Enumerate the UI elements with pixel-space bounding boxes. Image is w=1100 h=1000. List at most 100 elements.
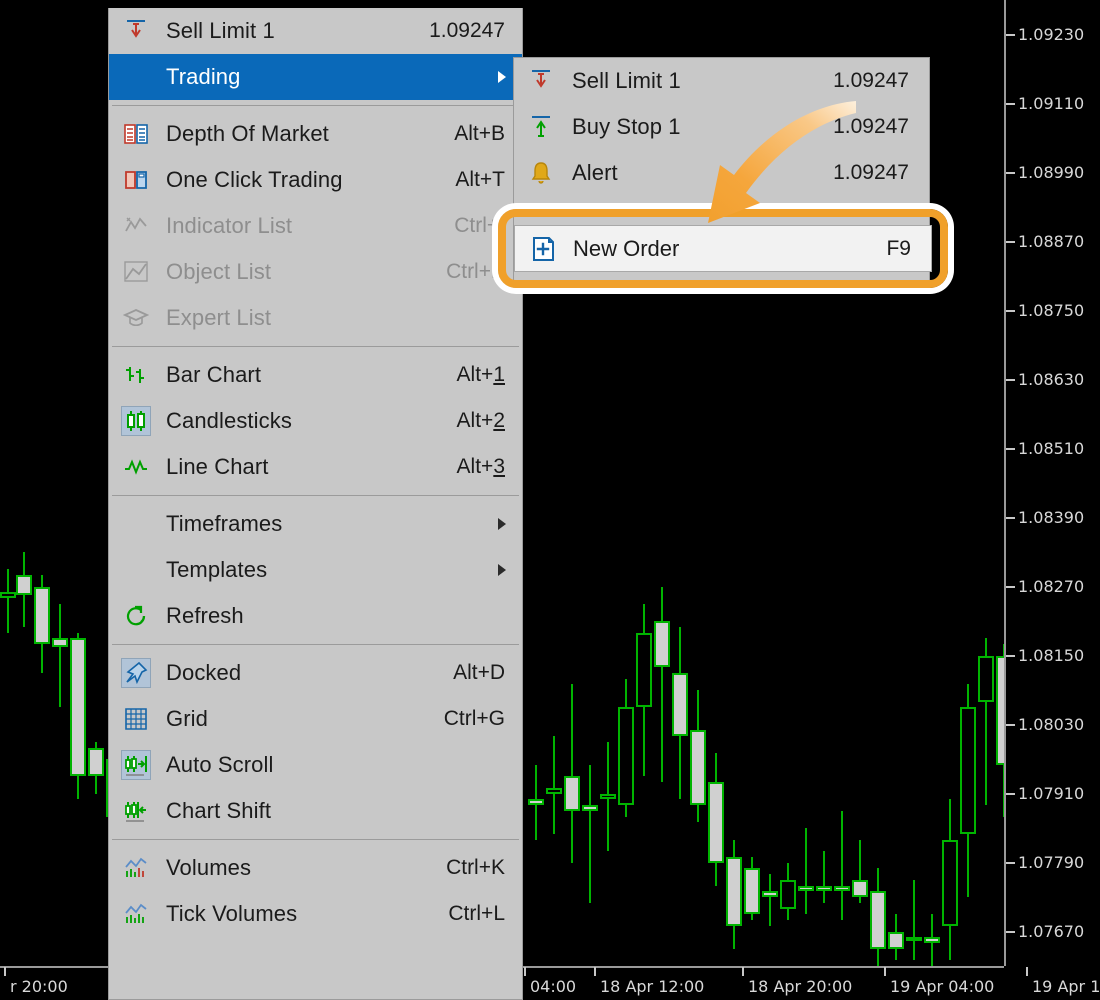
menu-item-label: Refresh <box>166 603 244 629</box>
candlestick <box>762 874 778 926</box>
price-axis[interactable]: 1.092301.091101.089901.088701.087501.086… <box>1004 0 1100 966</box>
menu-separator <box>112 839 519 840</box>
candlestick <box>726 840 742 949</box>
price-tick: 1.08150 <box>1006 646 1084 647</box>
menu-separator <box>112 346 519 347</box>
menu-item-refresh[interactable]: Refresh <box>109 593 522 639</box>
menu-item-accelerator: Alt+3 <box>457 455 505 479</box>
candlestick <box>70 633 86 800</box>
menu-item-sell-limit-1[interactable]: Sell Limit 1 1.09247 <box>514 58 929 104</box>
candlestick <box>52 604 68 708</box>
candlesticks-icon <box>121 406 151 436</box>
menu-item-accelerator: Alt+D <box>453 661 505 685</box>
price-tick: 1.08270 <box>1006 577 1084 578</box>
menu-item-label: Grid <box>166 706 208 732</box>
price-tick: 1.07670 <box>1006 922 1084 923</box>
candlestick <box>852 840 868 903</box>
object-list-icon <box>121 257 151 287</box>
menu-item-bar-chart[interactable]: Bar Chart Alt+1 <box>109 352 522 398</box>
price-tick: 1.08390 <box>1006 508 1084 509</box>
price-tick: 1.08510 <box>1006 439 1084 440</box>
candlestick <box>798 828 814 914</box>
chart-shift-icon <box>121 796 151 826</box>
candlestick <box>942 799 958 960</box>
volumes-icon <box>121 853 151 883</box>
menu-item-trading[interactable]: Trading <box>109 54 522 100</box>
menu-item-docked[interactable]: Docked Alt+D <box>109 650 522 696</box>
candlestick <box>906 880 922 961</box>
menu-separator <box>112 105 519 106</box>
menu-item-label: Depth Of Market <box>166 121 329 147</box>
candlestick <box>690 690 706 822</box>
menu-item-volumes[interactable]: Volumes Ctrl+K <box>109 845 522 891</box>
menu-item-sell-limit-1[interactable]: Sell Limit 11.09247 <box>109 8 522 54</box>
menu-item-accelerator: Ctrl+K <box>446 856 505 880</box>
menu-item-object-list: Object List Ctrl+B <box>109 249 522 295</box>
chart-context-menu[interactable]: Sell Limit 11.09247Trading Depth Of Marke… <box>108 8 523 1000</box>
candlestick <box>618 679 634 817</box>
price-tick: 1.08750 <box>1006 301 1084 302</box>
menu-item-label: Tick Volumes <box>166 901 297 927</box>
menu-item-alert[interactable]: Alert1.09247 <box>514 150 929 196</box>
buy-stop-arrow-up-icon <box>526 112 556 142</box>
menu-item-accelerator: Alt+1 <box>457 363 505 387</box>
candlestick <box>528 765 544 840</box>
candlestick <box>654 587 670 783</box>
menu-item-label: Sell Limit 1 <box>572 68 681 94</box>
candlestick <box>546 736 562 834</box>
candlestick <box>88 742 104 794</box>
one-click-trading-icon <box>121 165 151 195</box>
menu-item-label: Volumes <box>166 855 251 881</box>
menu-separator <box>112 495 519 496</box>
menu-item-accelerator: 1.09247 <box>429 19 505 43</box>
candlestick <box>744 857 760 920</box>
menu-item-candlesticks[interactable]: CandlesticksAlt+2 <box>109 398 522 444</box>
menu-item-accelerator: 1.09247 <box>833 69 909 93</box>
candlestick <box>996 644 1004 817</box>
menu-item-label: Bar Chart <box>166 362 261 388</box>
price-tick: 1.09230 <box>1006 25 1084 26</box>
menu-item-label: Docked <box>166 660 241 686</box>
line-chart-icon <box>121 452 151 482</box>
menu-item-timeframes[interactable]: Timeframes <box>109 501 522 547</box>
auto-scroll-icon <box>121 750 151 780</box>
menu-item-one-click-trading[interactable]: One Click TradingAlt+T <box>109 157 522 203</box>
menu-item-chart-shift[interactable]: Chart Shift <box>109 788 522 834</box>
menu-separator <box>112 644 519 645</box>
menu-item-buy-stop-1[interactable]: Buy Stop 11.09247 <box>514 104 929 150</box>
menu-item-label: Timeframes <box>166 511 282 537</box>
menu-item-accelerator: Ctrl+B <box>446 260 505 284</box>
candlestick <box>888 914 904 960</box>
price-tick: 1.07790 <box>1006 853 1084 854</box>
menu-item-auto-scroll[interactable]: Auto Scroll <box>109 742 522 788</box>
grid-icon <box>121 704 151 734</box>
menu-item-label: Auto Scroll <box>166 752 273 778</box>
menu-item-templates[interactable]: Templates <box>109 547 522 593</box>
menu-item-label: Expert List <box>166 305 271 331</box>
menu-item-label: One Click Trading <box>166 167 343 193</box>
menu-item-depth-of-market[interactable]: Depth Of MarketAlt+B <box>109 111 522 157</box>
price-tick: 1.09110 <box>1006 94 1084 95</box>
price-tick: 1.07910 <box>1006 784 1084 785</box>
menu-item-label: Templates <box>166 557 267 583</box>
bar-chart-icon <box>121 360 151 390</box>
sell-limit-arrow-down-icon <box>526 66 556 96</box>
menu-item-tick-volumes[interactable]: Tick VolumesCtrl+L <box>109 891 522 937</box>
menu-item-label: Indicator List <box>166 213 292 239</box>
new-order-highlight-ring <box>498 209 948 288</box>
candlestick <box>780 863 796 921</box>
menu-item-grid[interactable]: GridCtrl+G <box>109 696 522 742</box>
menu-item-accelerator: Alt+2 <box>457 409 505 433</box>
menu-item-accelerator: 1.09247 <box>833 115 909 139</box>
chevron-right-icon <box>498 518 506 530</box>
chevron-right-icon <box>498 564 506 576</box>
depth-of-market-icon <box>121 119 151 149</box>
expert-list-icon <box>121 303 151 333</box>
candlestick <box>564 684 580 862</box>
sell-limit-arrow-down-icon <box>121 16 151 46</box>
menu-item-label: Object List <box>166 259 271 285</box>
candlestick <box>0 569 16 632</box>
menu-item-label: Alert <box>572 160 618 186</box>
price-tick: 1.08870 <box>1006 232 1084 233</box>
menu-item-line-chart[interactable]: Line ChartAlt+3 <box>109 444 522 490</box>
